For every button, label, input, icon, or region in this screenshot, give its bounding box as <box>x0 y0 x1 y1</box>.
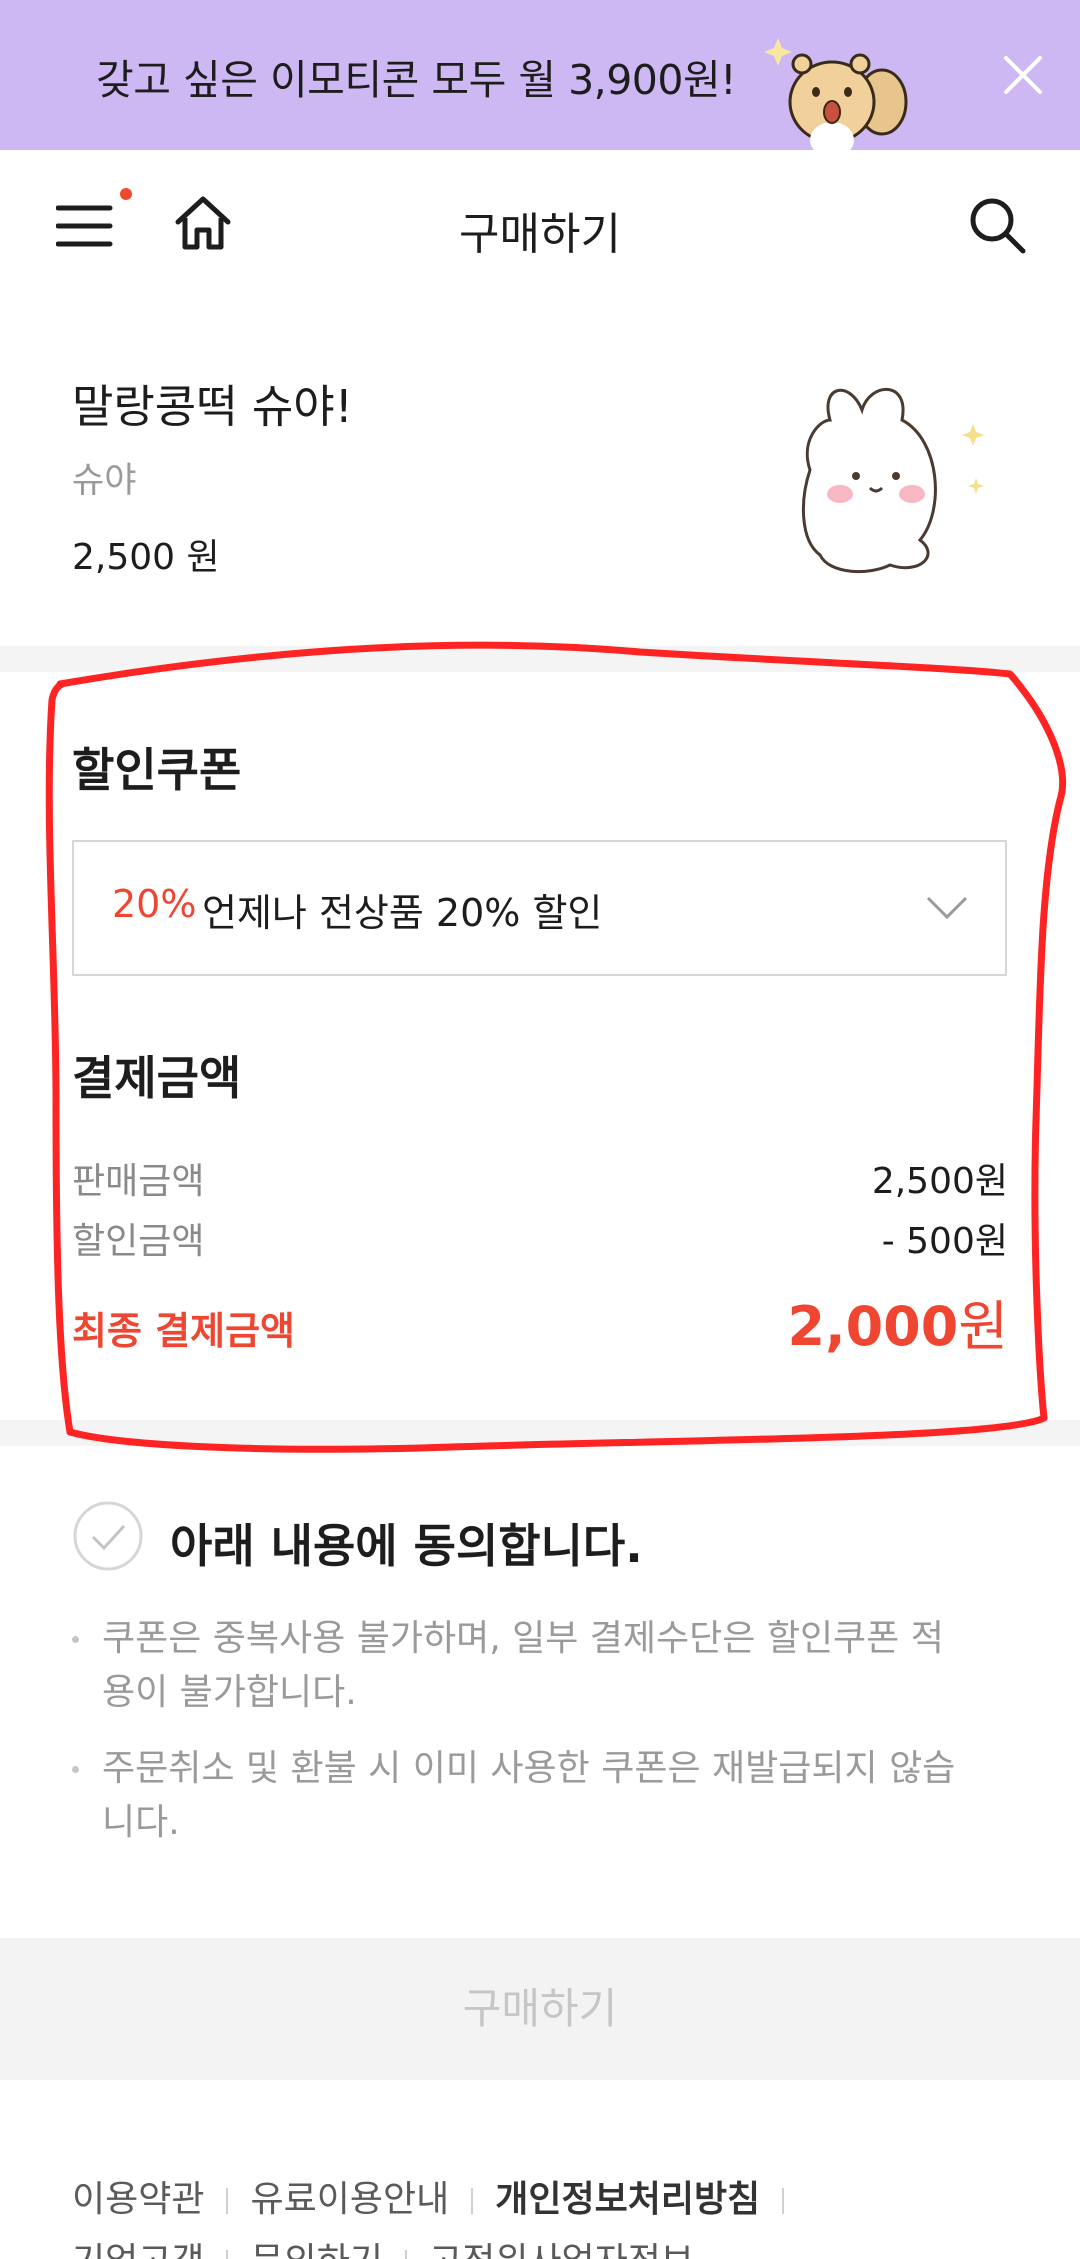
buy-button[interactable]: 구매하기 <box>0 1938 1080 2080</box>
final-amount-unit: 원 <box>958 1295 1008 1358</box>
footer-link-terms[interactable]: 이용약관 <box>72 2179 204 2220</box>
coupon-payment-section: 할인쿠폰 20% 언제나 전상품 20% 할인 결제금액 판매금액 2,500원… <box>0 672 1080 1420</box>
purchase-page: 갖고 싶은 이모티콘 모두 월 3,900원! 구매하기 말랑콩떡 슈야! 슈야… <box>0 0 1080 2259</box>
coupon-dropdown[interactable]: 20% 언제나 전상품 20% 할인 <box>72 840 1007 976</box>
footer-separator <box>404 2250 407 2259</box>
promo-text: 갖고 싶은 이모티콘 모두 월 3,900원! <box>96 56 737 104</box>
product-artist: 슈야 <box>72 461 137 501</box>
sale-price-value: 2,500원 <box>871 1161 1008 1202</box>
footer-link-inquiry[interactable]: 문의하기 <box>250 2241 382 2259</box>
close-icon[interactable] <box>1000 52 1046 98</box>
footer-links-row: 이용약관 유료이용안내 개인정보처리방침 <box>72 2170 806 2222</box>
coupon-name: 언제나 전상품 20% 할인 <box>202 891 603 935</box>
footer-separator <box>471 2188 474 2214</box>
discount-label: 할인금액 <box>72 1221 205 1262</box>
top-header: 구매하기 <box>0 150 1080 300</box>
search-icon[interactable] <box>966 194 1028 256</box>
checkbox-circle-icon[interactable] <box>72 1500 144 1572</box>
notice-text: 쿠폰은 중복사용 불가하며, 일부 결제수단은 할인쿠폰 적용이 불가합니다. <box>102 1618 944 1713</box>
squirrel-character-icon <box>764 38 908 150</box>
agreement-notes: 쿠폰은 중복사용 불가하며, 일부 결제수단은 할인쿠폰 적용이 불가합니다. … <box>72 1612 972 1872</box>
footer-link-business[interactable]: 기업고객 <box>72 2241 204 2259</box>
section-divider <box>0 1420 1080 1446</box>
footer-link-privacy[interactable]: 개인정보처리방침 <box>495 2179 760 2220</box>
notice-text: 주문취소 및 환불 시 이미 사용한 쿠폰은 재발급되지 않습니다. <box>102 1748 956 1843</box>
notice-item: 쿠폰은 중복사용 불가하며, 일부 결제수단은 할인쿠폰 적용이 불가합니다. <box>72 1612 972 1720</box>
bullet-icon <box>72 1766 79 1773</box>
notice-item: 주문취소 및 환불 시 이미 사용한 쿠폰은 재발급되지 않습니다. <box>72 1742 972 1850</box>
section-divider <box>0 646 1080 672</box>
promo-banner[interactable]: 갖고 싶은 이모티콘 모두 월 3,900원! <box>0 0 1080 150</box>
footer-links: 이용약관 유료이용안내 개인정보처리방침 기업고객 문의하기 고정위사업자정보 <box>72 2168 1080 2259</box>
chevron-down-icon <box>926 896 968 920</box>
footer-links-row: 기업고객 문의하기 고정위사업자정보 <box>72 2232 694 2259</box>
payment-heading: 결제금액 <box>72 1051 242 1105</box>
footer-separator <box>782 2188 785 2214</box>
footer-link-paid-usage[interactable]: 유료이용안내 <box>250 2179 449 2220</box>
agree-checkbox-row[interactable]: 아래 내용에 동의합니다. <box>72 1500 972 1576</box>
footer-separator <box>226 2250 229 2259</box>
final-amount-number: 2,000 <box>787 1295 959 1358</box>
agree-label: 아래 내용에 동의합니다. <box>170 1519 643 1573</box>
footer-link-company-info[interactable]: 고정위사업자정보 <box>429 2241 694 2259</box>
bullet-icon <box>72 1636 79 1643</box>
bunny-emoticon-thumbnail <box>801 387 984 574</box>
final-amount-label: 최종 결제금액 <box>72 1309 295 1353</box>
discount-value: - 500원 <box>881 1221 1008 1262</box>
product-info: 말랑콩떡 슈야! 슈야 2,500 원 <box>0 300 1080 646</box>
product-title: 말랑콩떡 슈야! <box>72 380 353 433</box>
product-price: 2,500 원 <box>72 537 220 578</box>
footer-separator <box>226 2188 229 2214</box>
final-amount: 2,000원 <box>788 1282 1009 1361</box>
coupon-heading: 할인쿠폰 <box>72 743 242 797</box>
page-title: 구매하기 <box>459 209 621 260</box>
coupon-discount-rate: 20% <box>112 882 197 926</box>
sale-price-label: 판매금액 <box>72 1161 205 1202</box>
